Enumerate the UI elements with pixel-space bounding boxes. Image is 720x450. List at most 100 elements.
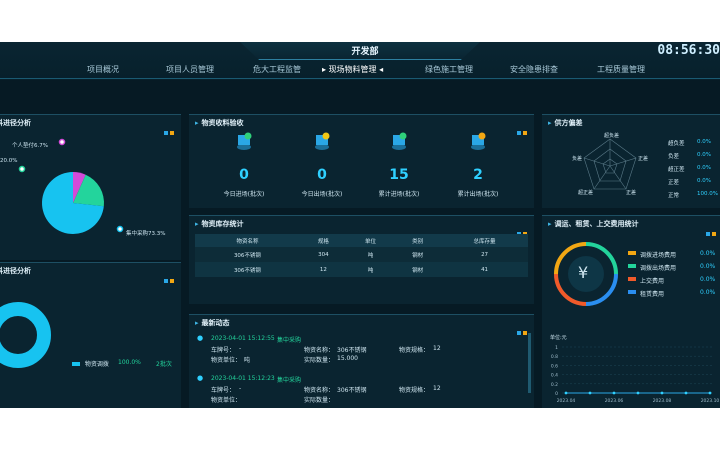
field-value: 12: [433, 345, 441, 352]
field-value: -: [239, 385, 242, 392]
table-row[interactable]: 306不锈钢 304 吨 钢材 27: [195, 247, 528, 262]
panel-title: ▸ 调运、租赁、上交费用统计: [548, 220, 639, 228]
nav-tab-overview[interactable]: 项目概况: [87, 64, 119, 75]
leader-dot: [116, 225, 124, 233]
legend-value: 0.0%: [697, 165, 711, 171]
data-point: [612, 391, 616, 395]
field-value: 306不锈钢: [337, 387, 367, 394]
nav-divider: [0, 78, 720, 79]
panel-title: ▸ 最新动态: [195, 319, 230, 327]
clock: 08:56:30: [657, 43, 720, 58]
table-cell: 304: [318, 251, 329, 258]
news-scrollbar[interactable]: [528, 333, 531, 393]
stat-value: 2: [473, 167, 483, 183]
truck-in-icon: [236, 131, 252, 151]
table-cell: 钢材: [412, 267, 424, 274]
news-time: 2023-04-01 15:12:23: [211, 375, 275, 382]
field-value: 306不锈钢: [337, 347, 367, 354]
top-header: 开发部 08:56:30 项目概况 项目人员管理 危大工程监管 ▸ 现场物料管理…: [0, 42, 720, 80]
panel-controls: [164, 268, 176, 283]
field-value: 吨: [244, 357, 251, 364]
legend-name: 调拨进场费用: [640, 252, 677, 259]
legend-swatch: [628, 264, 636, 268]
legend-swatch: [628, 290, 636, 294]
table-cell: 306不锈钢: [233, 252, 261, 259]
x-tick-label: 2023.06: [605, 398, 624, 404]
x-tick-label: 2023.08: [653, 398, 672, 404]
panel-title: ▸ 物资库存统计: [195, 220, 244, 228]
legend-value: 0.0%: [697, 178, 711, 184]
table-cell: 吨: [367, 252, 374, 259]
column-header: 总库存量: [473, 238, 496, 245]
radar-axis-label: 超负差: [604, 133, 620, 139]
table-cell: 吨: [367, 267, 374, 274]
stat-value: 0: [317, 167, 327, 183]
stat-label: 累计出场(批次): [457, 191, 499, 198]
nav-tab-personnel[interactable]: 项目人员管理: [166, 64, 214, 75]
nav-tab-safety[interactable]: 安全隐患排查: [510, 64, 558, 75]
leader-dot: [18, 165, 26, 173]
field-label: 物资规格：: [399, 387, 430, 394]
currency-icon: ¥: [578, 263, 589, 282]
radar-axis-label: 正差: [626, 190, 637, 196]
legend-name: 调拨出场费用: [640, 265, 677, 272]
column-header: 类别: [412, 238, 424, 245]
column-header: 物资名称: [236, 238, 259, 245]
y-tick-label: 0: [555, 391, 558, 397]
dashboard-app: 开发部 08:56:30 项目概况 项目人员管理 危大工程监管 ▸ 现场物料管理…: [0, 42, 720, 408]
timeline-dot-icon: ●: [197, 334, 204, 342]
pie-label: 20.0%: [0, 158, 18, 164]
panel-supplier: ▸ 供方偏差 超负差 正差 正差 超正差 负差 超负差 0.0% 负差 0.0% 超正差 0…: [542, 114, 720, 208]
y-tick-label: 0.2: [551, 382, 558, 388]
chart-unit: 单位:元: [550, 335, 567, 341]
stat-value: 15: [389, 167, 409, 183]
nav-active-marker-icon: ◂: [376, 65, 384, 74]
field-label: 物资单位：: [211, 357, 242, 364]
panel-title: 料进径分析: [0, 119, 31, 127]
panel-title: 料进径分析: [0, 267, 31, 275]
legend-item: 物资调拨: [72, 359, 109, 368]
column-header: 单位: [365, 238, 377, 245]
legend-swatch: [628, 251, 636, 255]
panel-controls: [164, 120, 176, 135]
column-header: 规格: [317, 238, 329, 245]
legend-value: 0.0%: [697, 152, 711, 158]
x-tick-label: 2023.10: [701, 398, 720, 404]
data-point: [684, 391, 688, 395]
radar-axis-label: 正差: [638, 156, 649, 162]
y-tick-label: 0.4: [551, 373, 558, 379]
legend-name: 负差: [668, 154, 680, 160]
nav-tab-quality[interactable]: 工程质量管理: [597, 64, 645, 75]
field-label: 物资名称：: [304, 347, 335, 354]
news-type: 集中采购: [277, 337, 302, 344]
field-label: 车牌号：: [211, 347, 236, 354]
data-point: [636, 391, 640, 395]
field-value: 15.000: [337, 355, 358, 362]
table-cell: 12: [319, 266, 327, 273]
legend-value: 0.0%: [697, 139, 711, 145]
legend-value: 0.0%: [700, 250, 716, 257]
panel-supply-analysis: 料进径分析 个人垫付6.7% 20.0% 集中采购73.3%: [0, 114, 181, 260]
panel-controls: [706, 221, 718, 236]
inventory-table: 物资名称 规格 单位 类别 总库存量 306不锈钢 304 吨 钢材 27 30…: [195, 234, 528, 277]
nav-tab-materials[interactable]: ▸ 现场物料管理 ◂: [322, 64, 383, 75]
cost-line-chart: 1 0.8 0.6 0.4 0.2 02023.04 2023.06 2023.08 2023.…: [551, 345, 720, 404]
panel-title: ▸ 物资收料验收: [195, 119, 244, 127]
stat-label: 累计进场(批次): [378, 191, 420, 198]
field-label: 实际数量：: [304, 397, 335, 404]
field-label: 物资名称：: [304, 387, 335, 394]
field-value: 12: [433, 385, 441, 392]
x-tick-label: 2023.04: [557, 398, 576, 404]
table-header-row: 物资名称 规格 单位 类别 总库存量: [195, 234, 528, 247]
data-point: [708, 391, 712, 395]
nav-tab-hazard[interactable]: 危大工程监管: [253, 64, 301, 75]
table-cell: 41: [481, 266, 489, 273]
legend-name: 超负差: [668, 141, 685, 147]
panel-controls: [517, 120, 529, 135]
legend-swatch: [628, 277, 636, 281]
table-row[interactable]: 306不锈钢 12 吨 钢材 41: [195, 262, 528, 277]
stat-label: 今日进场(批次): [223, 191, 265, 198]
nav-tab-green[interactable]: 绿色施工管理: [425, 64, 473, 75]
field-label: 物资单位：: [211, 397, 242, 404]
legend-name: 正差: [668, 180, 680, 186]
